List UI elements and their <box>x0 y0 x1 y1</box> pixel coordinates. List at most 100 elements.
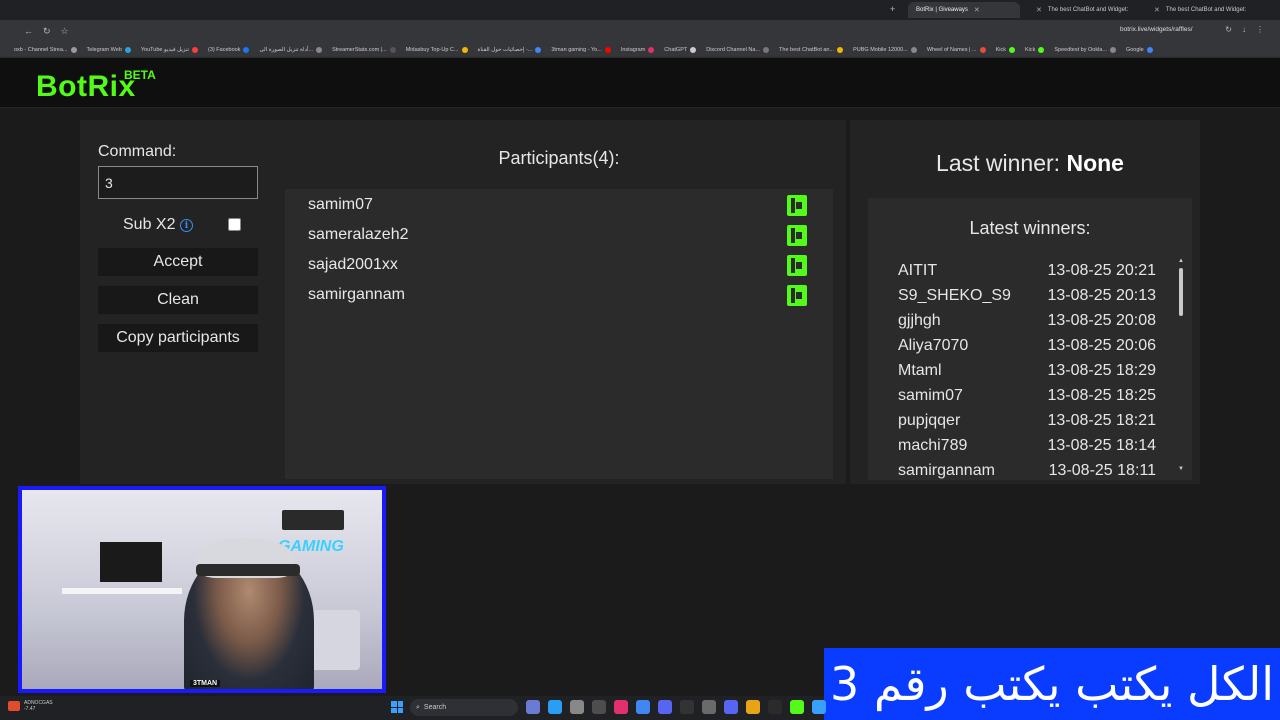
bookmark-item[interactable]: The best ChatBot an... <box>779 46 844 53</box>
bookmark-item[interactable]: Wheel of Names | ... <box>927 46 986 53</box>
accept-button[interactable]: Accept <box>98 248 258 276</box>
scroll-down-icon[interactable]: ▼ <box>1178 466 1184 472</box>
info-icon[interactable]: i <box>180 219 193 232</box>
app-icon[interactable] <box>812 700 826 714</box>
bookmark-item[interactable]: oxb - Channel Strea... <box>14 46 77 53</box>
command-input[interactable] <box>98 166 258 199</box>
download-icon[interactable]: ↓ <box>1242 25 1246 34</box>
taskbar-search[interactable]: ⌕ Search <box>410 699 518 716</box>
bookmark-label: Speedtest by Ookla... <box>1054 46 1107 53</box>
bookmark-item[interactable]: Google <box>1126 46 1153 53</box>
bookmark-label: PUBG Mobile 12000... <box>853 46 908 53</box>
stream-caption: الكل يكتب يكتب رقم 3 <box>824 648 1280 720</box>
winner-time: 13-08-25 20:13 <box>1047 287 1156 304</box>
weather-widget[interactable]: ADNOCGAS -7.47 <box>8 700 53 712</box>
address-bar[interactable]: botrix.live/widgets/raffles/ <box>1120 26 1193 33</box>
command-label: Command: <box>98 143 177 160</box>
bookmark-item[interactable]: YouTube تنزيل فيديو <box>141 46 199 53</box>
tab-chatbot-2[interactable]: ✕ The best ChatBot and Widget: <box>1146 2 1264 18</box>
bookmark-item[interactable]: Telegram Web <box>86 46 131 53</box>
chrome-icon[interactable] <box>636 700 650 714</box>
winner-name: Mtaml <box>898 362 942 379</box>
app-icon[interactable] <box>746 700 760 714</box>
bookmark-label: Instagram <box>620 46 646 53</box>
tab-chatbot-1[interactable]: ✕ The best ChatBot and Widget: <box>1028 2 1140 18</box>
tab-label: BotRix | Giveaways <box>916 7 968 13</box>
table-row: Aliya7070 13-08-25 20:06 <box>898 337 1156 362</box>
bookmark-star-icon[interactable]: ☆ <box>61 26 69 37</box>
bookmark-item[interactable]: أداة تنزيل الصورة الى... <box>259 46 323 53</box>
taskbar-icons <box>526 700 826 714</box>
last-winner: Last winner: None <box>860 150 1200 177</box>
list-item: samim07 <box>285 190 833 220</box>
menu-icon[interactable]: ⋮ <box>1256 25 1264 34</box>
bookmark-item[interactable]: StreamerStats.com |... <box>332 46 396 53</box>
bookmark-favicon-icon <box>316 46 323 53</box>
new-tab-button[interactable]: + <box>890 4 895 14</box>
back-icon[interactable]: ← <box>24 26 33 37</box>
bookmark-label: 3tman gaming - Yo... <box>551 46 602 53</box>
table-row: Mtaml 13-08-25 18:29 <box>898 362 1156 387</box>
bookmark-label: Kick <box>995 46 1006 53</box>
bookmark-item[interactable]: Kick <box>1024 46 1045 53</box>
discord-icon[interactable] <box>658 700 672 714</box>
bookmark-item[interactable]: Discord Channel Na... <box>706 46 770 53</box>
reload-icon[interactable]: ↻ <box>43 26 51 37</box>
bookmark-item[interactable]: Midasbuy Top-Up C... <box>406 46 468 53</box>
bookmark-label: (3) Facebook <box>208 46 241 53</box>
tab-label: The best ChatBot and Widget: <box>1165 7 1247 13</box>
close-icon[interactable]: ✕ <box>1154 6 1160 14</box>
winner-name: gjjhgh <box>898 312 941 329</box>
winners-scrollbar[interactable]: ▲ ▼ <box>1178 258 1184 476</box>
app-icon[interactable] <box>548 700 562 714</box>
bookmark-favicon-icon <box>1008 46 1015 53</box>
bookmark-favicon-icon <box>1109 46 1116 53</box>
bookmark-label: Telegram Web <box>86 46 122 53</box>
app-icon[interactable] <box>702 700 716 714</box>
bookmark-item[interactable]: 3tman gaming - Yo... <box>551 46 611 53</box>
copy-participants-button[interactable]: Copy participants <box>98 324 258 352</box>
bookmark-label: The best ChatBot an... <box>779 46 835 53</box>
close-icon[interactable]: ✕ <box>974 6 980 14</box>
refresh-icon[interactable]: ↻ <box>1225 25 1232 34</box>
sub-x2-checkbox[interactable] <box>228 218 241 231</box>
participant-name: sameralazeh2 <box>308 226 409 243</box>
browser-tab-bar: + BotRix | Giveaways ✕ ✕ The best ChatBo… <box>0 0 1280 20</box>
app-icon[interactable] <box>614 700 628 714</box>
bookmark-favicon-icon <box>70 46 77 53</box>
latest-winners-title: Latest winners: <box>969 218 1091 238</box>
search-icon: ⌕ <box>416 703 420 711</box>
table-row: AITIT 13-08-25 20:21 <box>898 262 1156 287</box>
tv-screen <box>100 542 162 582</box>
table-row: samim07 13-08-25 18:25 <box>898 387 1156 412</box>
app-icon[interactable] <box>570 700 584 714</box>
bookmark-favicon-icon <box>1038 46 1045 53</box>
winner-time: 13-08-25 18:11 <box>1048 462 1156 479</box>
bookmark-item[interactable]: Instagram <box>620 46 655 53</box>
botrix-logo[interactable]: BotRix <box>36 70 136 104</box>
windows-start-icon[interactable] <box>391 701 403 713</box>
bookmark-label: Kick <box>1024 46 1036 53</box>
site-header: BotRix BETA <box>0 58 1280 108</box>
bookmark-item[interactable]: ChatGPT <box>664 46 697 53</box>
app-icon[interactable] <box>680 700 694 714</box>
table-row: machi789 13-08-25 18:14 <box>898 437 1156 462</box>
list-item: sajad2001xx <box>285 250 833 280</box>
discord-icon[interactable] <box>724 700 738 714</box>
bookmark-item[interactable]: إحصائيات حول القناة -... <box>478 46 542 53</box>
kick-app-icon[interactable] <box>790 700 804 714</box>
scroll-thumb[interactable] <box>1179 268 1183 316</box>
headset <box>196 564 300 576</box>
bookmark-item[interactable]: PUBG Mobile 12000... <box>853 46 917 53</box>
bookmark-item[interactable]: Speedtest by Ookla... <box>1054 46 1116 53</box>
close-icon[interactable]: ✕ <box>1036 6 1042 14</box>
app-icon[interactable] <box>526 700 540 714</box>
bookmark-item[interactable]: (3) Facebook <box>208 46 250 53</box>
bookmark-item[interactable]: Kick <box>995 46 1015 53</box>
tab-botrix-giveaways[interactable]: BotRix | Giveaways ✕ <box>908 2 1020 18</box>
app-icon[interactable] <box>592 700 606 714</box>
bookmark-favicon-icon <box>763 46 770 53</box>
clean-button[interactable]: Clean <box>98 286 258 314</box>
app-icon[interactable] <box>768 700 782 714</box>
scroll-up-icon[interactable]: ▲ <box>1178 258 1184 264</box>
